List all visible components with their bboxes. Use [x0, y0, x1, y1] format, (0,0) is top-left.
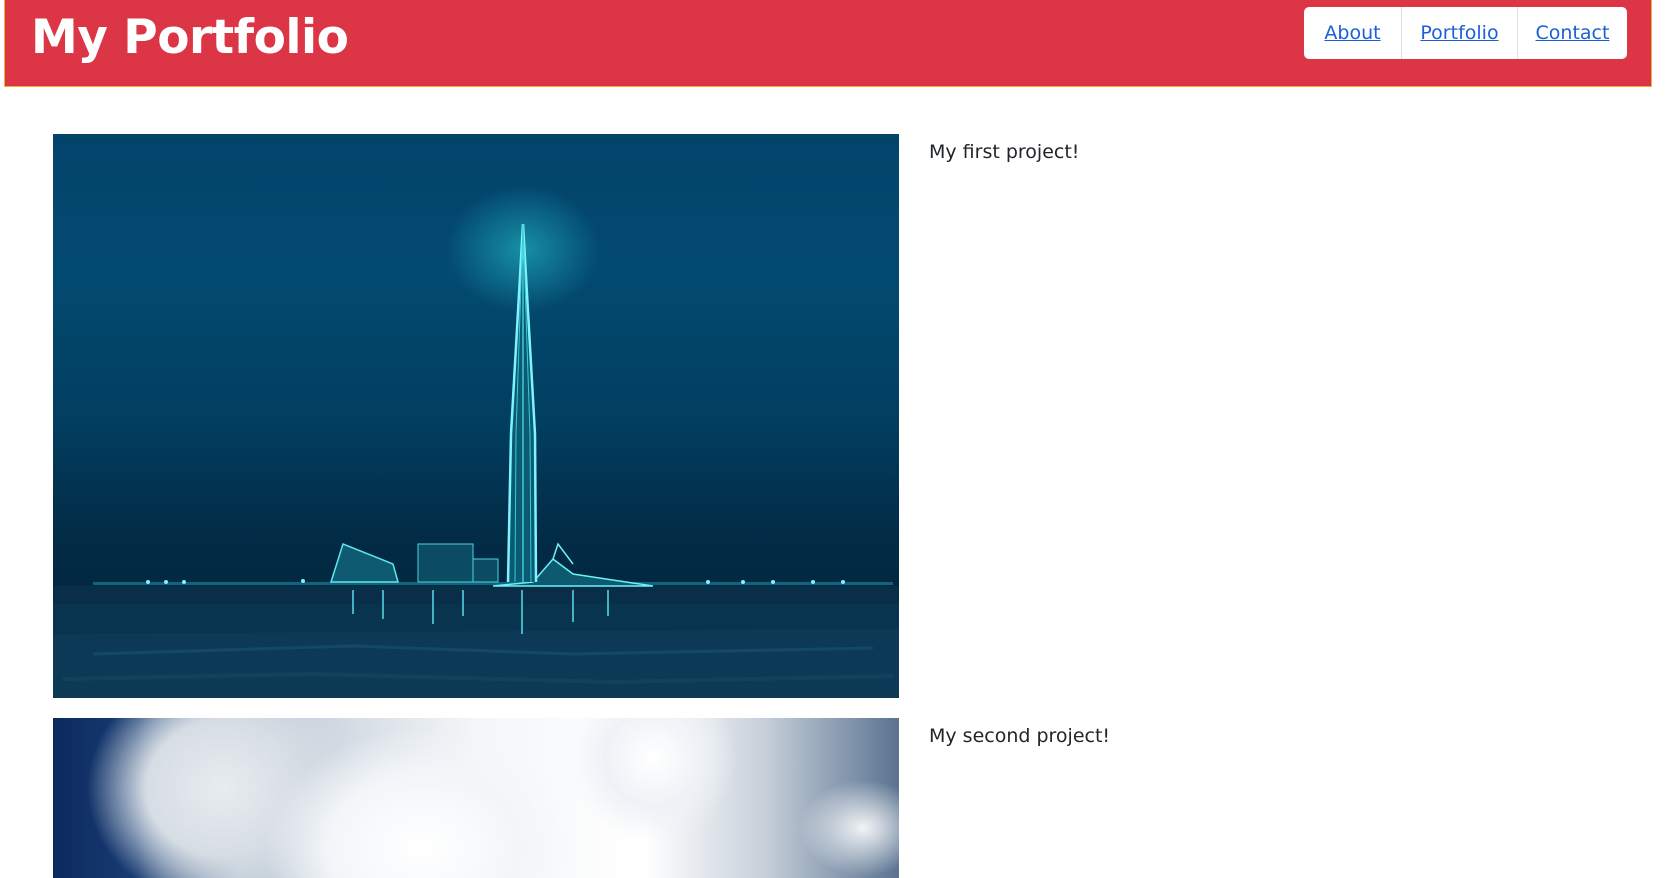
tower-illustration — [53, 223, 899, 698]
project-image-tower — [53, 134, 899, 698]
project-caption: My second project! — [929, 725, 1111, 747]
project-image-clouds — [53, 718, 899, 878]
main-nav: About Portfolio Contact — [1304, 7, 1627, 59]
site-title: My Portfolio — [31, 10, 349, 65]
nav-link-contact[interactable]: Contact — [1517, 7, 1627, 59]
project-caption: My first project! — [929, 141, 1080, 163]
site-header: My Portfolio About Portfolio Contact — [4, 0, 1652, 87]
nav-link-portfolio[interactable]: Portfolio — [1401, 7, 1517, 59]
nav-link-about[interactable]: About — [1304, 7, 1401, 59]
